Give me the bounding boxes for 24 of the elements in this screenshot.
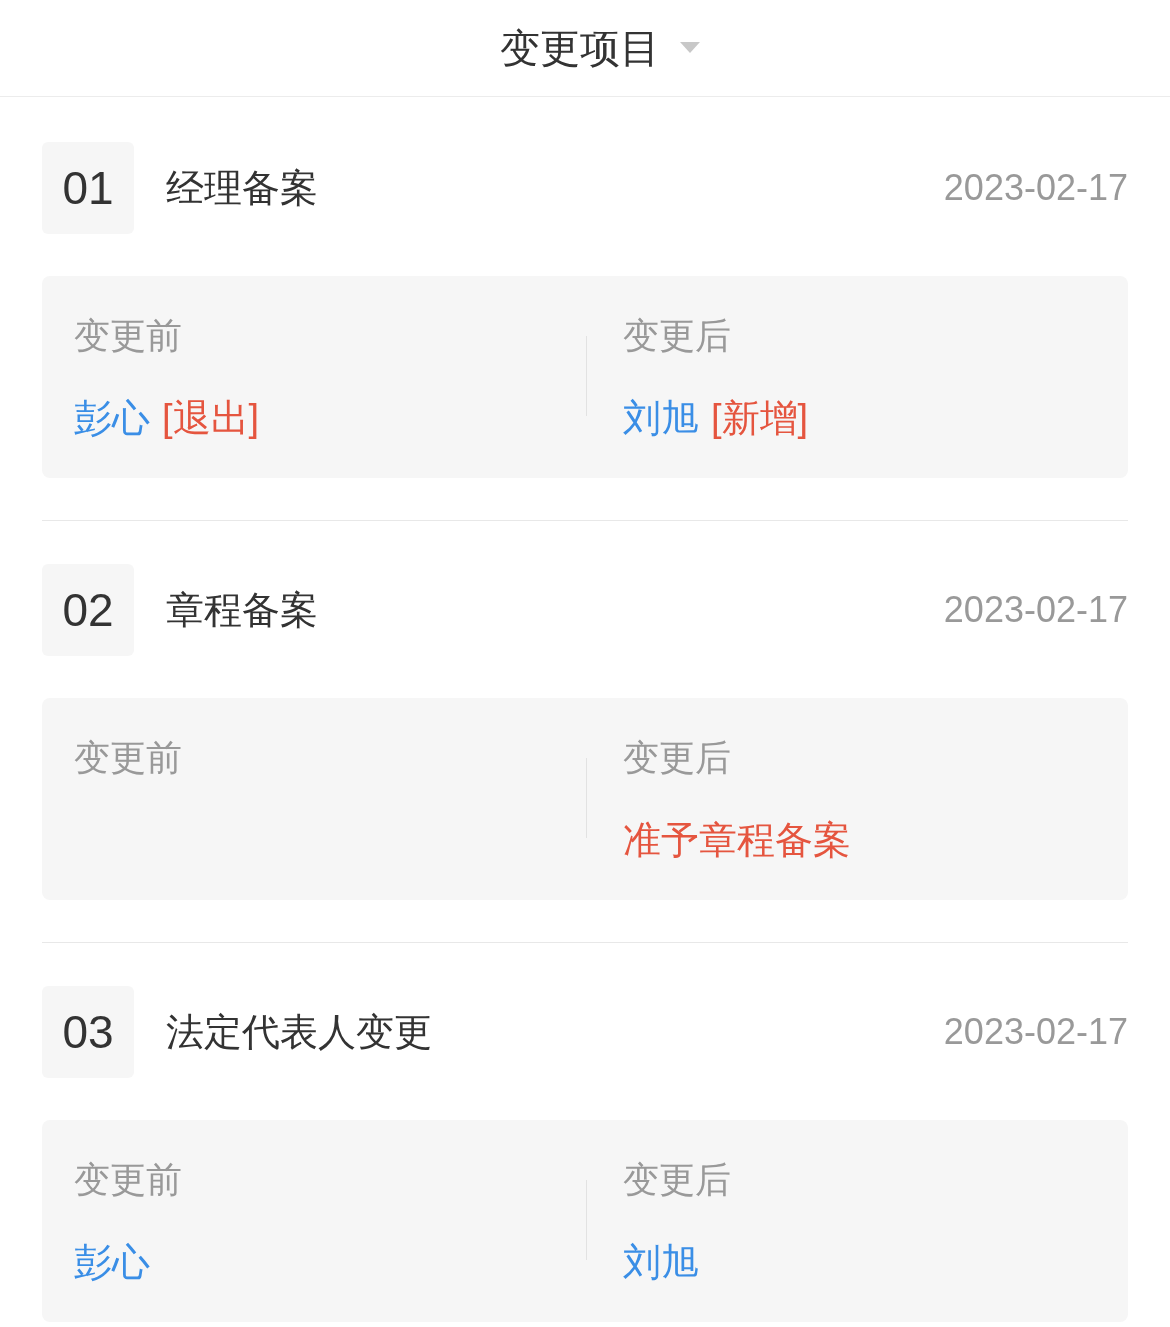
change-status: 准予章程备案 xyxy=(623,818,851,863)
item-title: 章程备案 xyxy=(166,587,318,633)
item-date: 2023-02-17 xyxy=(943,1010,1128,1054)
after-label: 变更后 xyxy=(623,1158,732,1202)
before-label: 变更前 xyxy=(74,1158,183,1202)
change-status: [新增] xyxy=(711,396,809,441)
item-date: 2023-02-17 xyxy=(943,166,1128,210)
change-status: [退出] xyxy=(162,396,260,441)
item-title: 经理备案 xyxy=(166,165,318,211)
header-title[interactable]: 变更项目 xyxy=(500,23,660,73)
item-date: 2023-02-17 xyxy=(943,588,1128,632)
person-name[interactable]: 刘旭 xyxy=(623,1238,699,1286)
before-label: 变更前 xyxy=(74,314,183,358)
after-label: 变更后 xyxy=(623,314,732,358)
person-name[interactable]: 彭心 xyxy=(74,394,150,442)
item-title: 法定代表人变更 xyxy=(166,1009,432,1055)
after-label: 变更后 xyxy=(623,736,732,780)
person-name[interactable]: 刘旭 xyxy=(623,394,699,442)
caret-icon[interactable] xyxy=(680,42,700,54)
before-label: 变更前 xyxy=(74,736,183,780)
item-number: 03 xyxy=(42,986,134,1078)
person-name[interactable]: 彭心 xyxy=(74,1238,150,1286)
item-number: 01 xyxy=(42,142,134,234)
item-number: 02 xyxy=(42,564,134,656)
